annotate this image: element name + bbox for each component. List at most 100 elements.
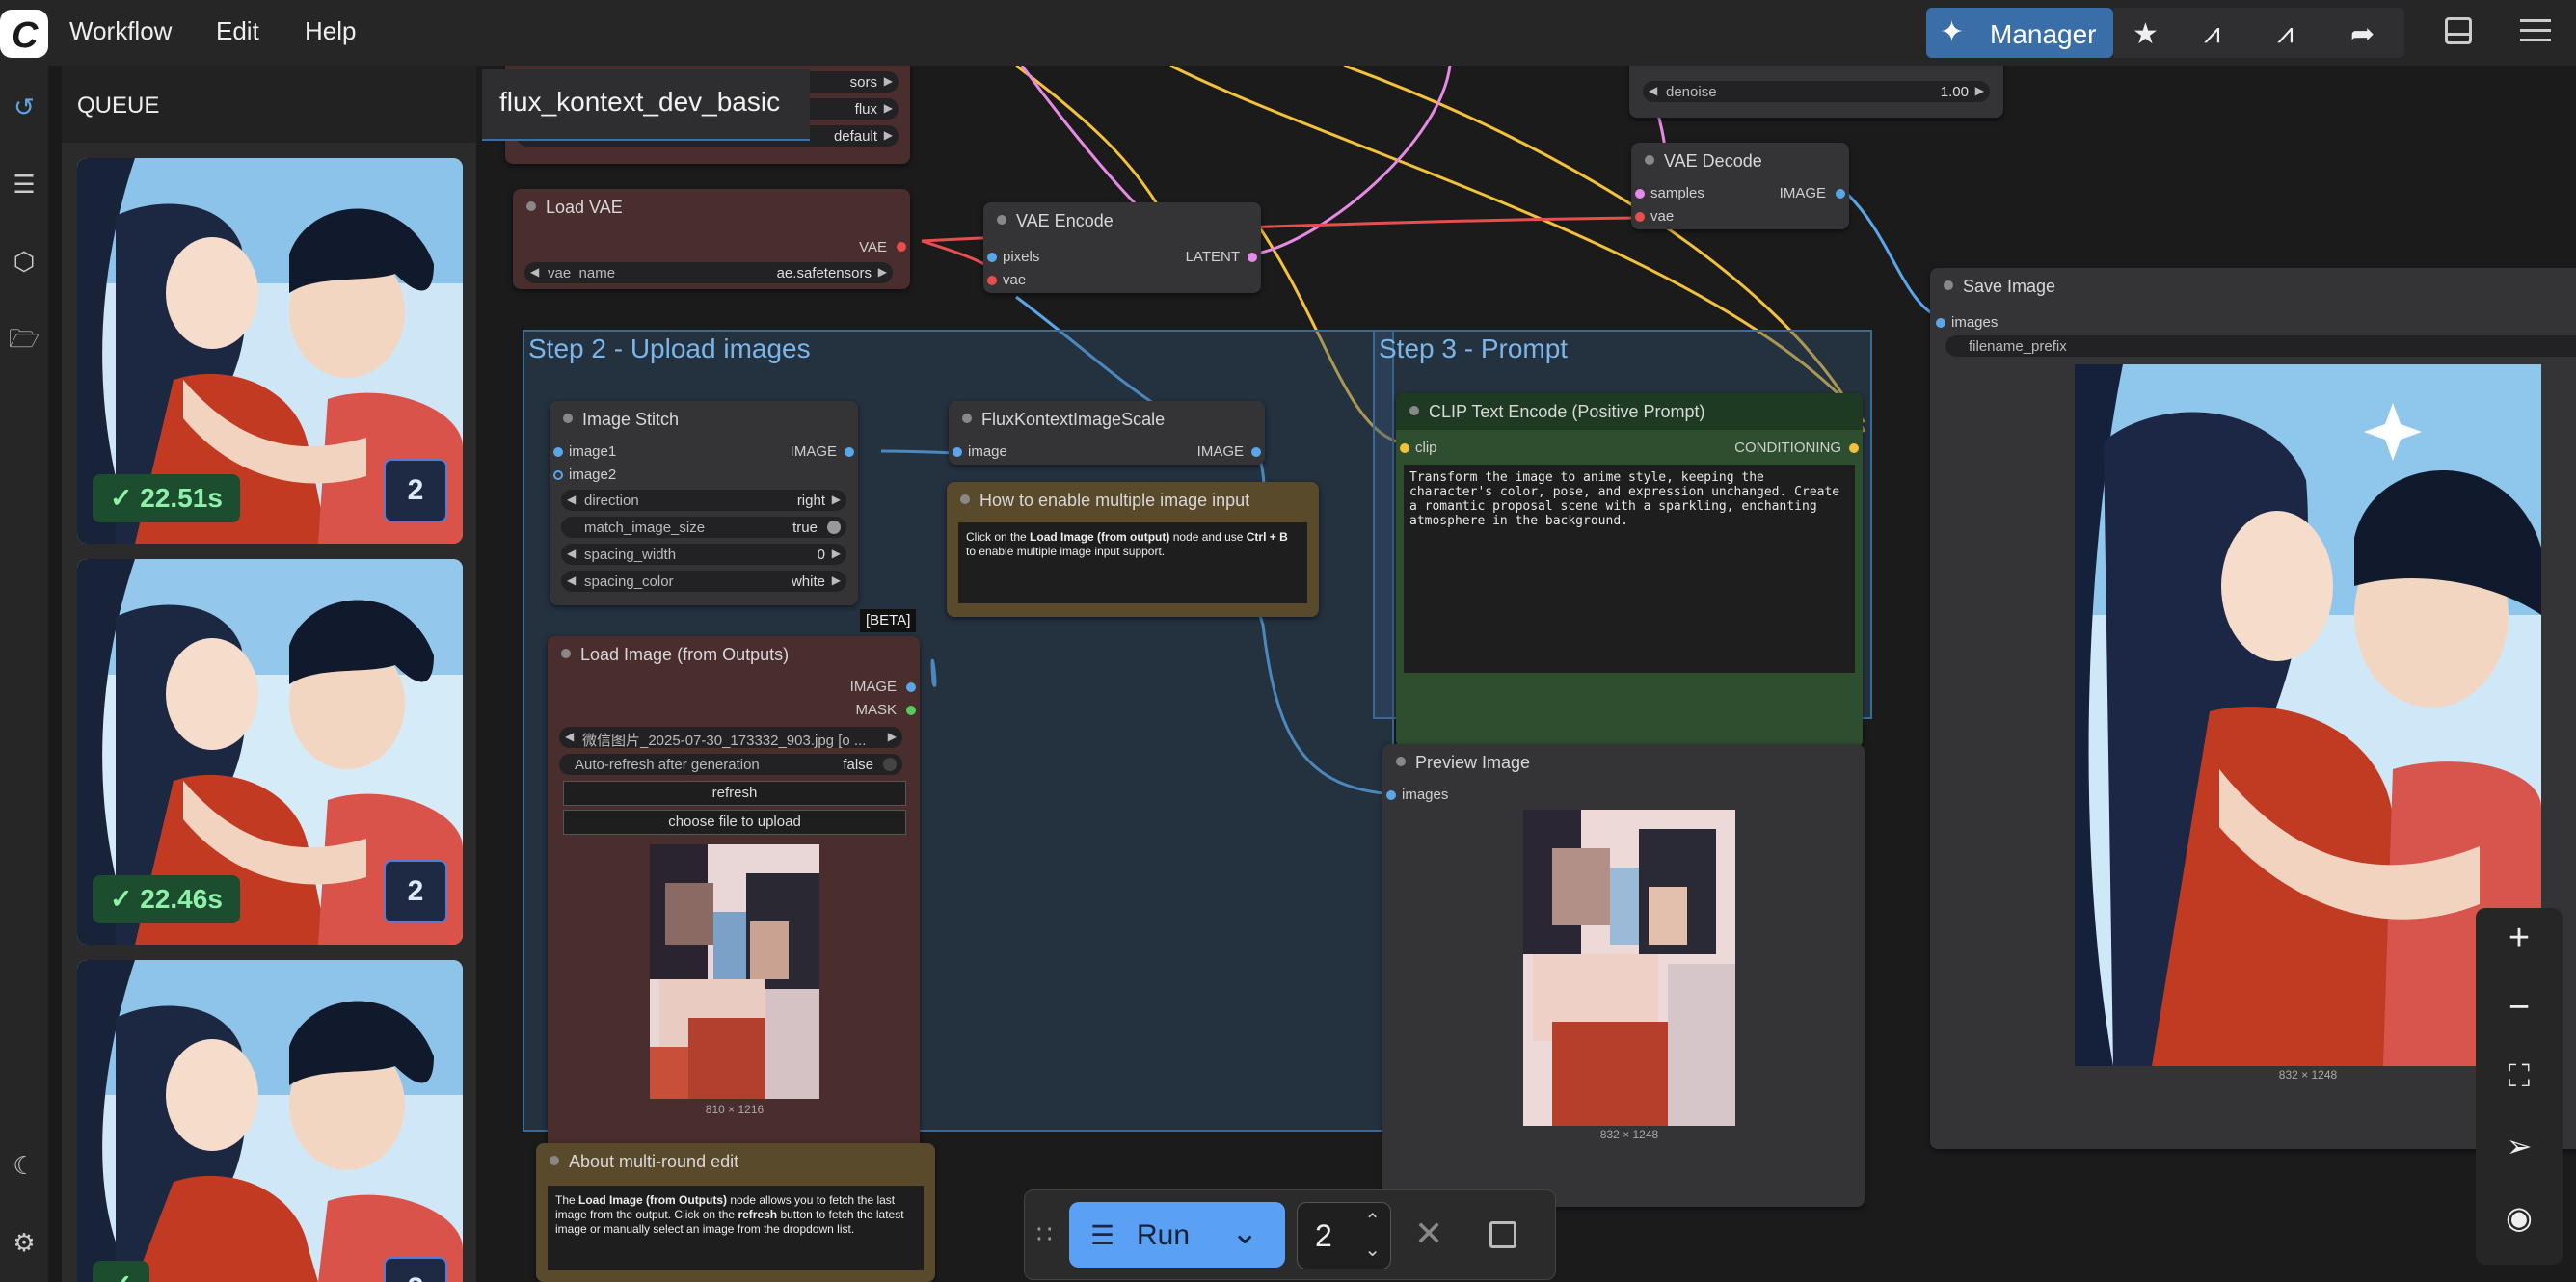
run-button[interactable]: ☰ Run ⌄ [1069,1202,1285,1268]
group-title: Step 2 - Upload images [528,334,811,363]
decrement-icon[interactable]: ⌄ [1364,1238,1381,1262]
output-slot-dot[interactable] [906,706,916,715]
share-icon[interactable]: ➦ [2350,17,2375,51]
note-multiple-input-node[interactable]: How to enable multiple image input Click… [947,482,1319,617]
note-text[interactable]: Click on the Load Image (from output) no… [958,522,1307,603]
widget-value: white [791,574,825,590]
duration-badge: ✓ 22.46s [93,875,240,923]
graph-canvas[interactable]: sors▶ flux▶ devicedefault▶ Load VAE VAE … [476,66,2576,1282]
moon-icon[interactable]: ☾ [6,1147,42,1184]
input-slot-dot[interactable] [987,276,997,285]
clip-text-encode-node[interactable]: CLIP Text Encode (Positive Prompt) clip … [1396,393,1863,748]
node-title: How to enable multiple image input [947,482,1319,519]
folder-open-icon[interactable]: 🗁 [6,320,42,357]
workflow-tab[interactable]: flux_kontext_dev_basic [482,69,810,141]
nodes-alt-icon[interactable]: ⩘ [2277,17,2294,50]
prompt-textarea[interactable]: Transform the image to anime style, keep… [1404,465,1855,673]
history-icon[interactable]: ↺ [6,89,42,125]
output-slot-dot[interactable] [1849,443,1859,453]
note-multiround-node[interactable]: About multi-round edit The Load Image (f… [536,1143,935,1282]
node-title-text: Save Image [1963,277,2056,296]
stop-icon[interactable] [1489,1221,1516,1248]
preview-image-node[interactable]: Preview Image images 832 × 1248 [1382,744,1865,1207]
input-slot-dot[interactable] [1386,790,1396,800]
batch-count-value: 2 [1315,1218,1332,1253]
cube-icon[interactable]: ⬡ [6,243,42,280]
input-slot-label: clip [1415,440,1437,456]
denoise-widget[interactable]: ◀ denoise 1.00 ▶ [1643,81,1990,102]
vae-decode-node[interactable]: VAE Decode samples vae IMAGE [1631,143,1849,229]
document-list-icon[interactable]: ☰ [6,166,42,202]
image-file-select[interactable]: ◀ 微信图片_2025-07-30_173332_903.jpg [o ... ▶ [559,727,902,749]
fit-view-icon[interactable]: ⛶ [2476,1058,2563,1095]
panel-toggle-icon[interactable] [2445,17,2472,44]
toggle-knob-icon [883,758,897,771]
image-dimensions: 832 × 1248 [2278,1068,2338,1082]
node-title: Save Image [1930,268,2576,305]
eye-icon[interactable]: ◉ [2476,1199,2563,1236]
note-text[interactable]: The Load Image (from Outputs) node allow… [548,1186,924,1270]
ksampler-node[interactable]: ◀ denoise 1.00 ▶ [1629,66,2003,118]
input-preview-image [650,844,819,1099]
zoom-out-icon[interactable]: − [2476,987,2563,1028]
direction-widget[interactable]: ◀ direction right ▶ [561,490,846,511]
batch-count-input[interactable]: 2 ⌃ ⌄ [1297,1202,1391,1269]
widget-value: sors [849,74,877,91]
input-slot-dot[interactable] [1635,189,1645,199]
input-slot-dot[interactable] [1400,443,1409,453]
manager-button[interactable]: ✦ Manager [1926,8,2113,58]
input-slot-dot[interactable] [1635,212,1645,222]
input-slot-dot[interactable] [987,253,997,262]
filename-prefix-widget[interactable]: filename_prefix [1945,335,2576,357]
hamburger-menu-icon[interactable] [2520,17,2551,44]
queue-item[interactable]: ✓ 22.51s 2 [77,158,463,544]
output-slot-dot[interactable] [1836,189,1845,199]
drag-handle-icon[interactable]: ∷ [1036,1219,1053,1249]
zoom-in-icon[interactable]: + [2476,918,2563,959]
duration-badge: ✓ 22.51s [93,474,240,522]
widget-value: ae.safetensors [776,265,872,281]
menu-workflow[interactable]: Workflow [69,16,172,46]
arrow-right-icon: ▶ [831,493,841,506]
auto-refresh-toggle[interactable]: Auto-refresh after generation false [559,754,902,775]
spacing-width-widget[interactable]: ◀ spacing_width 0 ▶ [561,544,846,565]
input-slot-dot[interactable] [1936,318,1945,328]
match-image-size-toggle[interactable]: match_image_size true [561,517,846,538]
gear-icon[interactable]: ⚙ [6,1224,42,1261]
vae-encode-node[interactable]: VAE Encode pixels vae LATENT [983,202,1261,293]
spacing-color-widget[interactable]: ◀ spacing_color white ▶ [561,571,846,592]
image-stitch-node[interactable]: Image Stitch image1 image2 IMAGE ◀ direct… [550,401,858,605]
widget-label: vae_name [548,265,616,281]
nodes-map-icon[interactable]: ⩘ [2204,17,2220,50]
input-slot-dot[interactable] [953,447,962,457]
vae-name-widget[interactable]: ◀ vae_name ae.safetensors ▶ [524,262,893,283]
input-slot-dot[interactable] [553,470,563,480]
canvas-controls: + − ⛶ ➢ ◉ [2476,908,2563,1265]
node-title: VAE Decode [1631,143,1849,179]
input-slot-dot[interactable] [553,447,563,457]
load-image-outputs-node[interactable]: Load Image (from Outputs) IMAGE MASK ◀ 微信… [548,636,920,1176]
queue-item[interactable]: ✓ 22.46s 2 [77,559,463,945]
output-slot-dot[interactable] [897,242,906,252]
locate-icon[interactable]: ➢ [2476,1128,2563,1164]
menu-edit[interactable]: Edit [216,16,259,46]
comfy-logo-icon[interactable]: C [0,10,48,58]
duration-text: 22.51s [140,483,223,513]
cancel-icon[interactable]: ✕ [1414,1214,1443,1254]
output-slot-dot[interactable] [1248,253,1257,262]
output-slot-label: IMAGE [1779,185,1826,201]
upload-file-button[interactable]: choose file to upload [563,810,906,835]
input-slot-label: image [968,443,1007,460]
load-vae-node[interactable]: Load VAE VAE ◀ vae_name ae.safetensors ▶ [513,189,910,289]
menu-help[interactable]: Help [305,16,356,46]
output-slot-dot[interactable] [1251,447,1261,457]
output-slot-dot[interactable] [845,447,854,457]
duration-text: 22.46s [140,884,223,914]
queue-item[interactable]: ✓ 2 [77,960,463,1282]
star-icon[interactable]: ★ [2133,17,2159,51]
chevron-down-icon[interactable]: ⌄ [1231,1214,1259,1252]
flux-kontext-image-scale-node[interactable]: FluxKontextImageScale image IMAGE [949,401,1265,465]
output-slot-dot[interactable] [906,682,916,692]
increment-icon[interactable]: ⌃ [1364,1209,1381,1233]
refresh-button[interactable]: refresh [563,781,906,806]
